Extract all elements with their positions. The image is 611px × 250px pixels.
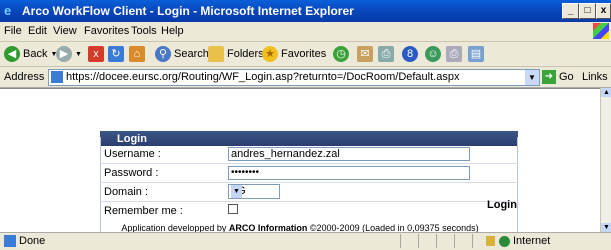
row-divider	[100, 201, 516, 202]
domain-dropdown-icon[interactable]: ▼	[231, 185, 242, 198]
stop-button[interactable]: x	[88, 45, 107, 63]
zone-label: Internet	[513, 235, 551, 247]
username-label: Username :	[104, 148, 161, 160]
print-button[interactable]: ⎙	[378, 45, 397, 63]
ie-logo-icon: e	[4, 3, 12, 18]
printer-icon: ⎙	[446, 46, 462, 62]
toolbar: ◀ Back ▼ ▶ ▼ x ↻ ⌂ ⚲ Search Folders ★ Fa…	[0, 42, 611, 67]
row-divider	[100, 163, 516, 164]
favorites-label: Favorites	[281, 48, 327, 60]
status-divider	[472, 234, 473, 248]
go-arrow-icon: ➜	[542, 70, 556, 84]
username-input[interactable]: andres_hernandez.zal	[228, 147, 470, 161]
status-text: Done	[19, 235, 46, 247]
research-button[interactable]: ▤	[468, 45, 487, 63]
menu-edit[interactable]: Edit	[28, 25, 47, 37]
folder-icon	[208, 46, 224, 62]
address-label: Address	[4, 71, 45, 83]
remember-me-checkbox[interactable]	[228, 204, 238, 214]
history-icon: ◷	[333, 46, 349, 62]
menu-favorites[interactable]: Favorites	[84, 25, 129, 37]
stop-icon: x	[88, 46, 104, 62]
page-status-icon	[4, 235, 16, 248]
back-button[interactable]: ◀ Back ▼	[4, 45, 57, 63]
users-button[interactable]: ☺	[425, 45, 444, 63]
remember-me-label: Remember me :	[104, 205, 183, 217]
research-icon: ▤	[468, 46, 484, 62]
lock-icon	[486, 236, 495, 247]
messenger-icon: 8	[402, 46, 418, 62]
star-icon: ★	[262, 46, 278, 62]
status-divider	[454, 234, 455, 248]
folders-label: Folders	[227, 48, 264, 60]
refresh-button[interactable]: ↻	[108, 45, 127, 63]
forward-button[interactable]: ▶ ▼	[56, 45, 82, 63]
security-zone: Internet	[486, 235, 550, 247]
domain-select[interactable]: LG ▼	[228, 184, 280, 199]
password-input[interactable]: ••••••••	[228, 166, 470, 180]
print-icon: ⎙	[378, 46, 394, 62]
forward-dropdown-icon[interactable]: ▼	[75, 51, 82, 58]
address-bar: Address https://docee.eursc.org/Routing/…	[0, 67, 611, 88]
status-divider	[418, 234, 419, 248]
maximize-button[interactable]: □	[579, 3, 596, 19]
globe-icon	[499, 235, 510, 247]
login-button[interactable]: Login	[487, 199, 517, 211]
domain-label: Domain :	[104, 186, 149, 198]
close-button[interactable]: x	[596, 3, 611, 19]
address-dropdown-icon[interactable]: ▼	[525, 70, 539, 85]
status-done: Done	[4, 235, 46, 248]
menu-help[interactable]: Help	[161, 25, 184, 37]
window-title: Arco WorkFlow Client - Login - Microsoft…	[22, 4, 354, 18]
address-input[interactable]: https://docee.eursc.org/Routing/WF_Login…	[48, 69, 540, 86]
status-divider	[436, 234, 437, 248]
title-bar: e Arco WorkFlow Client - Login - Microso…	[0, 0, 611, 22]
refresh-icon: ↻	[108, 46, 124, 62]
mail-button[interactable]: ✉	[357, 45, 376, 63]
page-icon	[51, 71, 63, 83]
users-icon: ☺	[425, 46, 441, 62]
vertical-scrollbar[interactable]: ▲ ▼	[600, 88, 611, 232]
password-label: Password :	[104, 167, 159, 179]
windows-flag-icon	[593, 23, 609, 39]
forward-arrow-icon: ▶	[56, 46, 72, 62]
menu-tools[interactable]: Tools	[131, 25, 157, 37]
menu-view[interactable]: View	[53, 25, 77, 37]
folders-button[interactable]: Folders	[208, 45, 264, 63]
search-icon: ⚲	[155, 46, 171, 62]
go-label: Go	[559, 70, 574, 83]
address-url[interactable]: https://docee.eursc.org/Routing/WF_Login…	[66, 71, 459, 83]
status-divider	[400, 234, 401, 248]
minimize-button[interactable]: _	[562, 3, 579, 19]
search-button[interactable]: ⚲ Search	[155, 45, 209, 63]
favorites-button[interactable]: ★ Favorites	[262, 45, 326, 63]
back-arrow-icon: ◀	[4, 46, 20, 62]
home-icon: ⌂	[129, 46, 145, 62]
mail-icon: ✉	[357, 46, 373, 62]
status-bar: Done Internet	[0, 232, 611, 250]
scroll-down-icon[interactable]: ▼	[601, 223, 611, 232]
back-label: Back	[23, 48, 48, 60]
page-content: Login Username : andres_hernandez.zal Pa…	[0, 88, 600, 234]
history-button[interactable]: ◷	[333, 45, 352, 63]
search-label: Search	[174, 48, 209, 60]
scroll-up-icon[interactable]: ▲	[601, 88, 611, 97]
links-button[interactable]: Links	[582, 71, 608, 83]
row-divider	[100, 182, 516, 183]
menu-bar: File Edit View Favorites Tools Help	[0, 22, 611, 42]
menu-file[interactable]: File	[4, 25, 22, 37]
home-button[interactable]: ⌂	[129, 45, 148, 63]
messenger-button[interactable]: 8	[402, 45, 421, 63]
go-button[interactable]: ➜ Go	[542, 70, 574, 84]
printer-button[interactable]: ⎙	[446, 45, 465, 63]
